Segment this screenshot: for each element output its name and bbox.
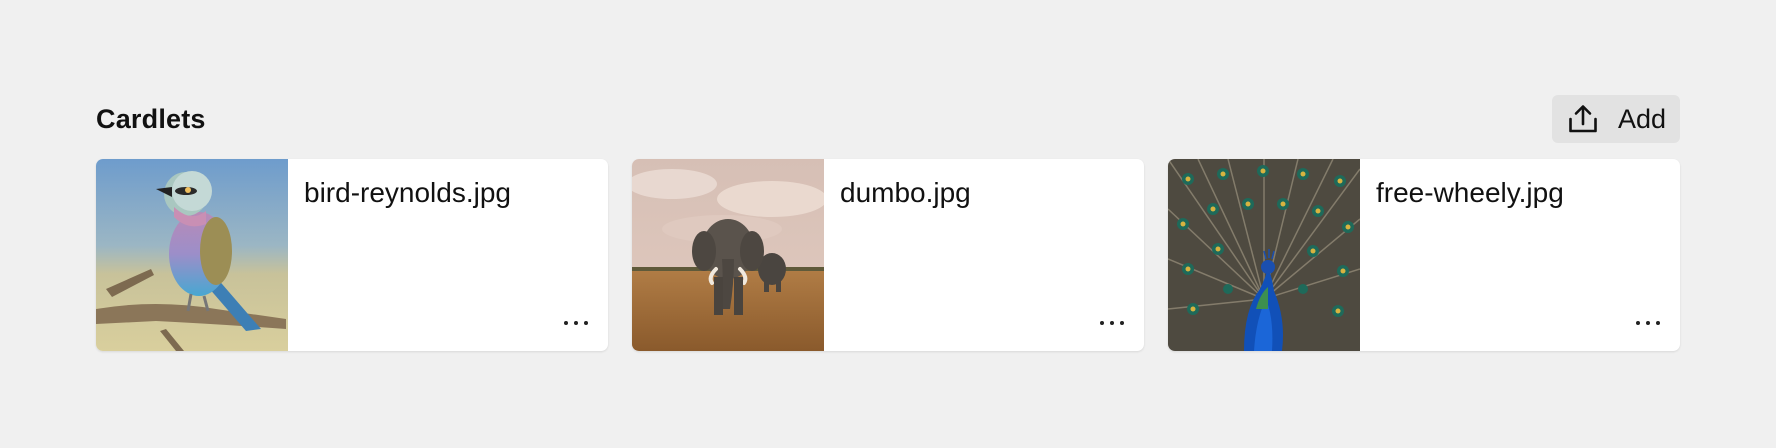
- thumbnail-image: [96, 159, 288, 351]
- more-horizontal-icon: [564, 321, 568, 325]
- add-button-label: Add: [1617, 103, 1666, 134]
- cardlet-body: bird-reynolds.jpg: [288, 159, 608, 351]
- more-dot: [1120, 321, 1124, 325]
- more-dot: [1656, 321, 1660, 325]
- more-options-button[interactable]: [1630, 313, 1666, 333]
- file-name: bird-reynolds.jpg: [304, 177, 511, 208]
- cardlet[interactable]: dumbo.jpg: [632, 159, 1144, 351]
- more-dot: [584, 321, 588, 325]
- section-header: Cardlets Add: [96, 95, 1680, 143]
- more-options-button[interactable]: [558, 313, 594, 333]
- add-button[interactable]: Add: [1551, 95, 1680, 143]
- more-dot: [1646, 321, 1650, 325]
- upload-icon: [1566, 102, 1600, 136]
- cardlet-body: dumbo.jpg: [824, 159, 1144, 351]
- cardlet[interactable]: bird-reynolds.jpg: [96, 159, 608, 351]
- cardlet-body: free-wheely.jpg: [1360, 159, 1680, 351]
- cardlet-list: bird-reynolds.jpg dumbo.jpg free-wheely.…: [96, 159, 1680, 351]
- more-dot: [574, 321, 578, 325]
- thumbnail-image: [632, 159, 824, 351]
- cardlet[interactable]: free-wheely.jpg: [1168, 159, 1680, 351]
- more-horizontal-icon: [1636, 321, 1640, 325]
- file-name: dumbo.jpg: [840, 177, 971, 208]
- thumbnail-image: [1168, 159, 1360, 351]
- file-name: free-wheely.jpg: [1376, 177, 1564, 208]
- more-options-button[interactable]: [1094, 313, 1130, 333]
- section-title: Cardlets: [96, 103, 206, 134]
- more-horizontal-icon: [1100, 321, 1104, 325]
- cardlets-section: Cardlets Add bird-reynolds.jpg dumbo.jpg…: [96, 95, 1680, 351]
- more-dot: [1110, 321, 1114, 325]
